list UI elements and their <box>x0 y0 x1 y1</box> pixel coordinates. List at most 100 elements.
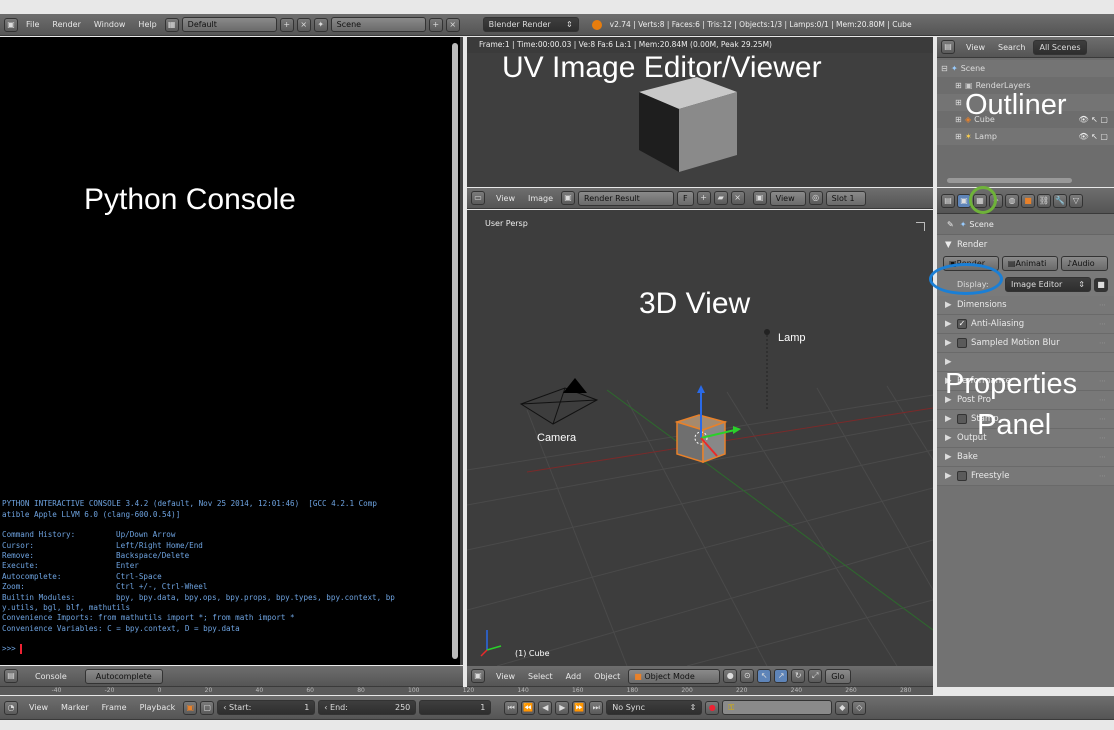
python-console[interactable]: Python Console PYTHON INTERACTIVE CONSOL… <box>0 37 463 665</box>
outliner-scrollbar[interactable] <box>947 178 1072 183</box>
outliner-item-scene[interactable]: ⊟ ✦ Scene <box>937 60 1114 77</box>
panel-freestyle[interactable]: ▶ Freestyle ⋯ <box>937 467 1114 486</box>
open-image-icon[interactable]: ▰ <box>713 191 728 205</box>
lock-interface-icon[interactable]: ■ <box>1094 277 1108 292</box>
properties-panel[interactable]: ▤ ▣ ▦ ✦ ◍ ■ ⛓ 🔧 ▽ ✎ ✦ Scene ▼ Render ▣Rende… <box>929 186 1114 687</box>
timeline-menu-frame[interactable]: Frame <box>102 703 127 712</box>
lamp-object[interactable] <box>764 329 770 410</box>
visibility-icons[interactable]: 👁 ↖ ▢ <box>1078 132 1108 141</box>
pin-icon[interactable]: ✎ <box>947 220 954 229</box>
transform-orientation-selector[interactable]: Glo <box>825 668 852 684</box>
slot-selector[interactable]: Slot 1 <box>825 190 866 206</box>
console-tab-autocomplete[interactable]: Autocomplete <box>84 668 163 684</box>
uv-menu-image[interactable]: Image <box>528 194 553 203</box>
outliner-item-lamp[interactable]: ⊞ ✶ Lamp 👁 ↖ ▢ <box>937 128 1114 145</box>
next-keyframe-icon[interactable]: ⏩ <box>572 700 587 715</box>
end-frame-field[interactable]: ‹ End: 250 <box>318 700 417 715</box>
fake-user-button[interactable]: F <box>677 190 694 206</box>
uv-menu-view[interactable]: View <box>496 194 515 203</box>
sync-mode-selector[interactable]: No Sync ⇕ <box>606 700 703 715</box>
jump-start-icon[interactable]: ⏮ <box>504 700 519 715</box>
start-frame-field[interactable]: ‹ Start: 1 <box>217 700 316 715</box>
unlink-image-icon[interactable]: × <box>730 191 745 205</box>
menu-help[interactable]: Help <box>138 20 156 29</box>
timeline-menu-playback[interactable]: Playback <box>140 703 176 712</box>
drag-grip-icon[interactable]: ⋯ <box>1099 339 1106 347</box>
layout-selector[interactable]: Default <box>181 17 277 32</box>
outliner-menu-search[interactable]: Search <box>998 43 1025 52</box>
world-context-icon[interactable]: ◍ <box>1005 193 1019 208</box>
timeline-menu-view[interactable]: View <box>29 703 48 712</box>
menu-render[interactable]: Render <box>52 20 80 29</box>
preview-range-icon[interactable]: ▣ <box>183 700 198 715</box>
display-icon[interactable]: ▣ <box>752 191 767 205</box>
image-name-field[interactable]: Render Result <box>578 190 675 206</box>
drag-grip-icon[interactable]: ⋯ <box>1099 434 1106 442</box>
viewport-menu-object[interactable]: Object <box>594 672 620 681</box>
delete-keyframe-icon[interactable]: ◇ <box>852 700 867 715</box>
viewport-editor-type-icon[interactable]: ▣ <box>471 669 485 683</box>
panel-motion-blur[interactable]: ▶ Sampled Motion Blur ⋯ <box>937 334 1114 353</box>
menu-window[interactable]: Window <box>94 20 126 29</box>
layout-icon[interactable]: ▦ <box>164 17 179 32</box>
checkbox-checked[interactable]: ✓ <box>957 319 967 329</box>
drag-grip-icon[interactable]: ⋯ <box>1099 453 1106 461</box>
3d-viewport[interactable]: User Persp 3D View Lamp Camera (1) Cube <box>467 210 933 666</box>
translate-icon[interactable]: ↗ <box>774 669 789 683</box>
scene-selector[interactable]: Scene <box>330 17 426 32</box>
data-context-icon[interactable]: ▽ <box>1069 193 1083 208</box>
console-scrollbar[interactable] <box>452 43 458 659</box>
outliner-editor-type-icon[interactable]: ▤ <box>941 40 955 54</box>
pivot-icon[interactable]: ◎ <box>808 191 823 205</box>
panel-bake[interactable]: ▶ Bake ⋯ <box>937 448 1114 467</box>
render-animation-button[interactable]: ▤Animati <box>1001 256 1058 271</box>
uv-editor-type-icon[interactable]: ▭ <box>471 191 485 205</box>
drag-grip-icon[interactable]: ⋯ <box>1099 472 1106 480</box>
viewport-menu-select[interactable]: Select <box>528 672 553 681</box>
add-scene-icon[interactable]: + <box>428 17 443 32</box>
image-browse-icon[interactable]: ▣ <box>561 191 576 205</box>
menu-file[interactable]: File <box>26 20 39 29</box>
console-editor-type-icon[interactable]: ▤ <box>4 669 18 683</box>
record-icon[interactable]: ● <box>705 700 720 715</box>
outliner-menu-view[interactable]: View <box>966 43 985 52</box>
corner-toggle-icon[interactable] <box>916 222 925 231</box>
render-engine-selector[interactable]: Blender Render ⇕ <box>482 17 579 32</box>
panel-dimensions[interactable]: ▶ Dimensions ⋯ <box>937 296 1114 315</box>
viewport-menu-view[interactable]: View <box>496 672 515 681</box>
prev-keyframe-icon[interactable]: ⏪ <box>521 700 536 715</box>
outliner-filter-selector[interactable]: All Scenes <box>1033 39 1087 55</box>
timeline-ruler[interactable]: -40 -20 0 20 40 60 80 100 120 140 160 180 200 220 240 2… <box>0 687 933 695</box>
scene-icon[interactable]: ✦ <box>313 17 328 32</box>
console-tab-console[interactable]: Console <box>35 672 67 681</box>
checkbox[interactable] <box>957 414 967 424</box>
play-reverse-icon[interactable]: ◀ <box>538 700 553 715</box>
panel-anti-aliasing[interactable]: ▶ ✓ Anti-Aliasing ⋯ <box>937 315 1114 334</box>
pivot-point-icon[interactable]: ⊙ <box>740 669 755 683</box>
timeline-editor-type-icon[interactable]: ◔ <box>4 700 18 715</box>
current-frame-field[interactable]: 1 <box>419 700 492 715</box>
editor-type-icon[interactable]: ▣ <box>4 17 18 32</box>
display-selector[interactable]: Image Editor ⇕ <box>1005 277 1091 292</box>
console-prompt[interactable]: >>> <box>2 644 395 655</box>
camera-object[interactable] <box>519 378 599 425</box>
drag-grip-icon[interactable]: ⋯ <box>1099 320 1106 328</box>
uv-image-editor[interactable]: Frame:1 | Time:00:00.03 | Ve:8 Fa:6 La:1… <box>467 37 933 187</box>
timeline-menu-marker[interactable]: Marker <box>61 703 89 712</box>
keying-set-field[interactable]: ⚿ <box>722 700 833 715</box>
scale-icon[interactable]: ⤢ <box>808 669 823 683</box>
viewport-menu-add[interactable]: Add <box>566 672 582 681</box>
new-image-icon[interactable]: + <box>696 191 711 205</box>
preview-range-toggle-icon[interactable]: ▢ <box>200 700 215 715</box>
view-mode-selector[interactable]: View <box>769 190 806 206</box>
remove-scene-icon[interactable]: × <box>445 17 460 32</box>
remove-layout-icon[interactable]: × <box>296 17 311 32</box>
manipulator-toggle-icon[interactable]: ↖ <box>757 669 772 683</box>
rotate-icon[interactable]: ↻ <box>791 669 806 683</box>
checkbox[interactable] <box>957 471 967 481</box>
jump-end-icon[interactable]: ⏭ <box>589 700 604 715</box>
play-icon[interactable]: ▶ <box>555 700 570 715</box>
drag-grip-icon[interactable]: ⋯ <box>1099 396 1106 404</box>
visibility-icons[interactable]: 👁 ↖ ▢ <box>1078 115 1108 124</box>
render-audio-button[interactable]: ♪Audio <box>1060 256 1108 271</box>
